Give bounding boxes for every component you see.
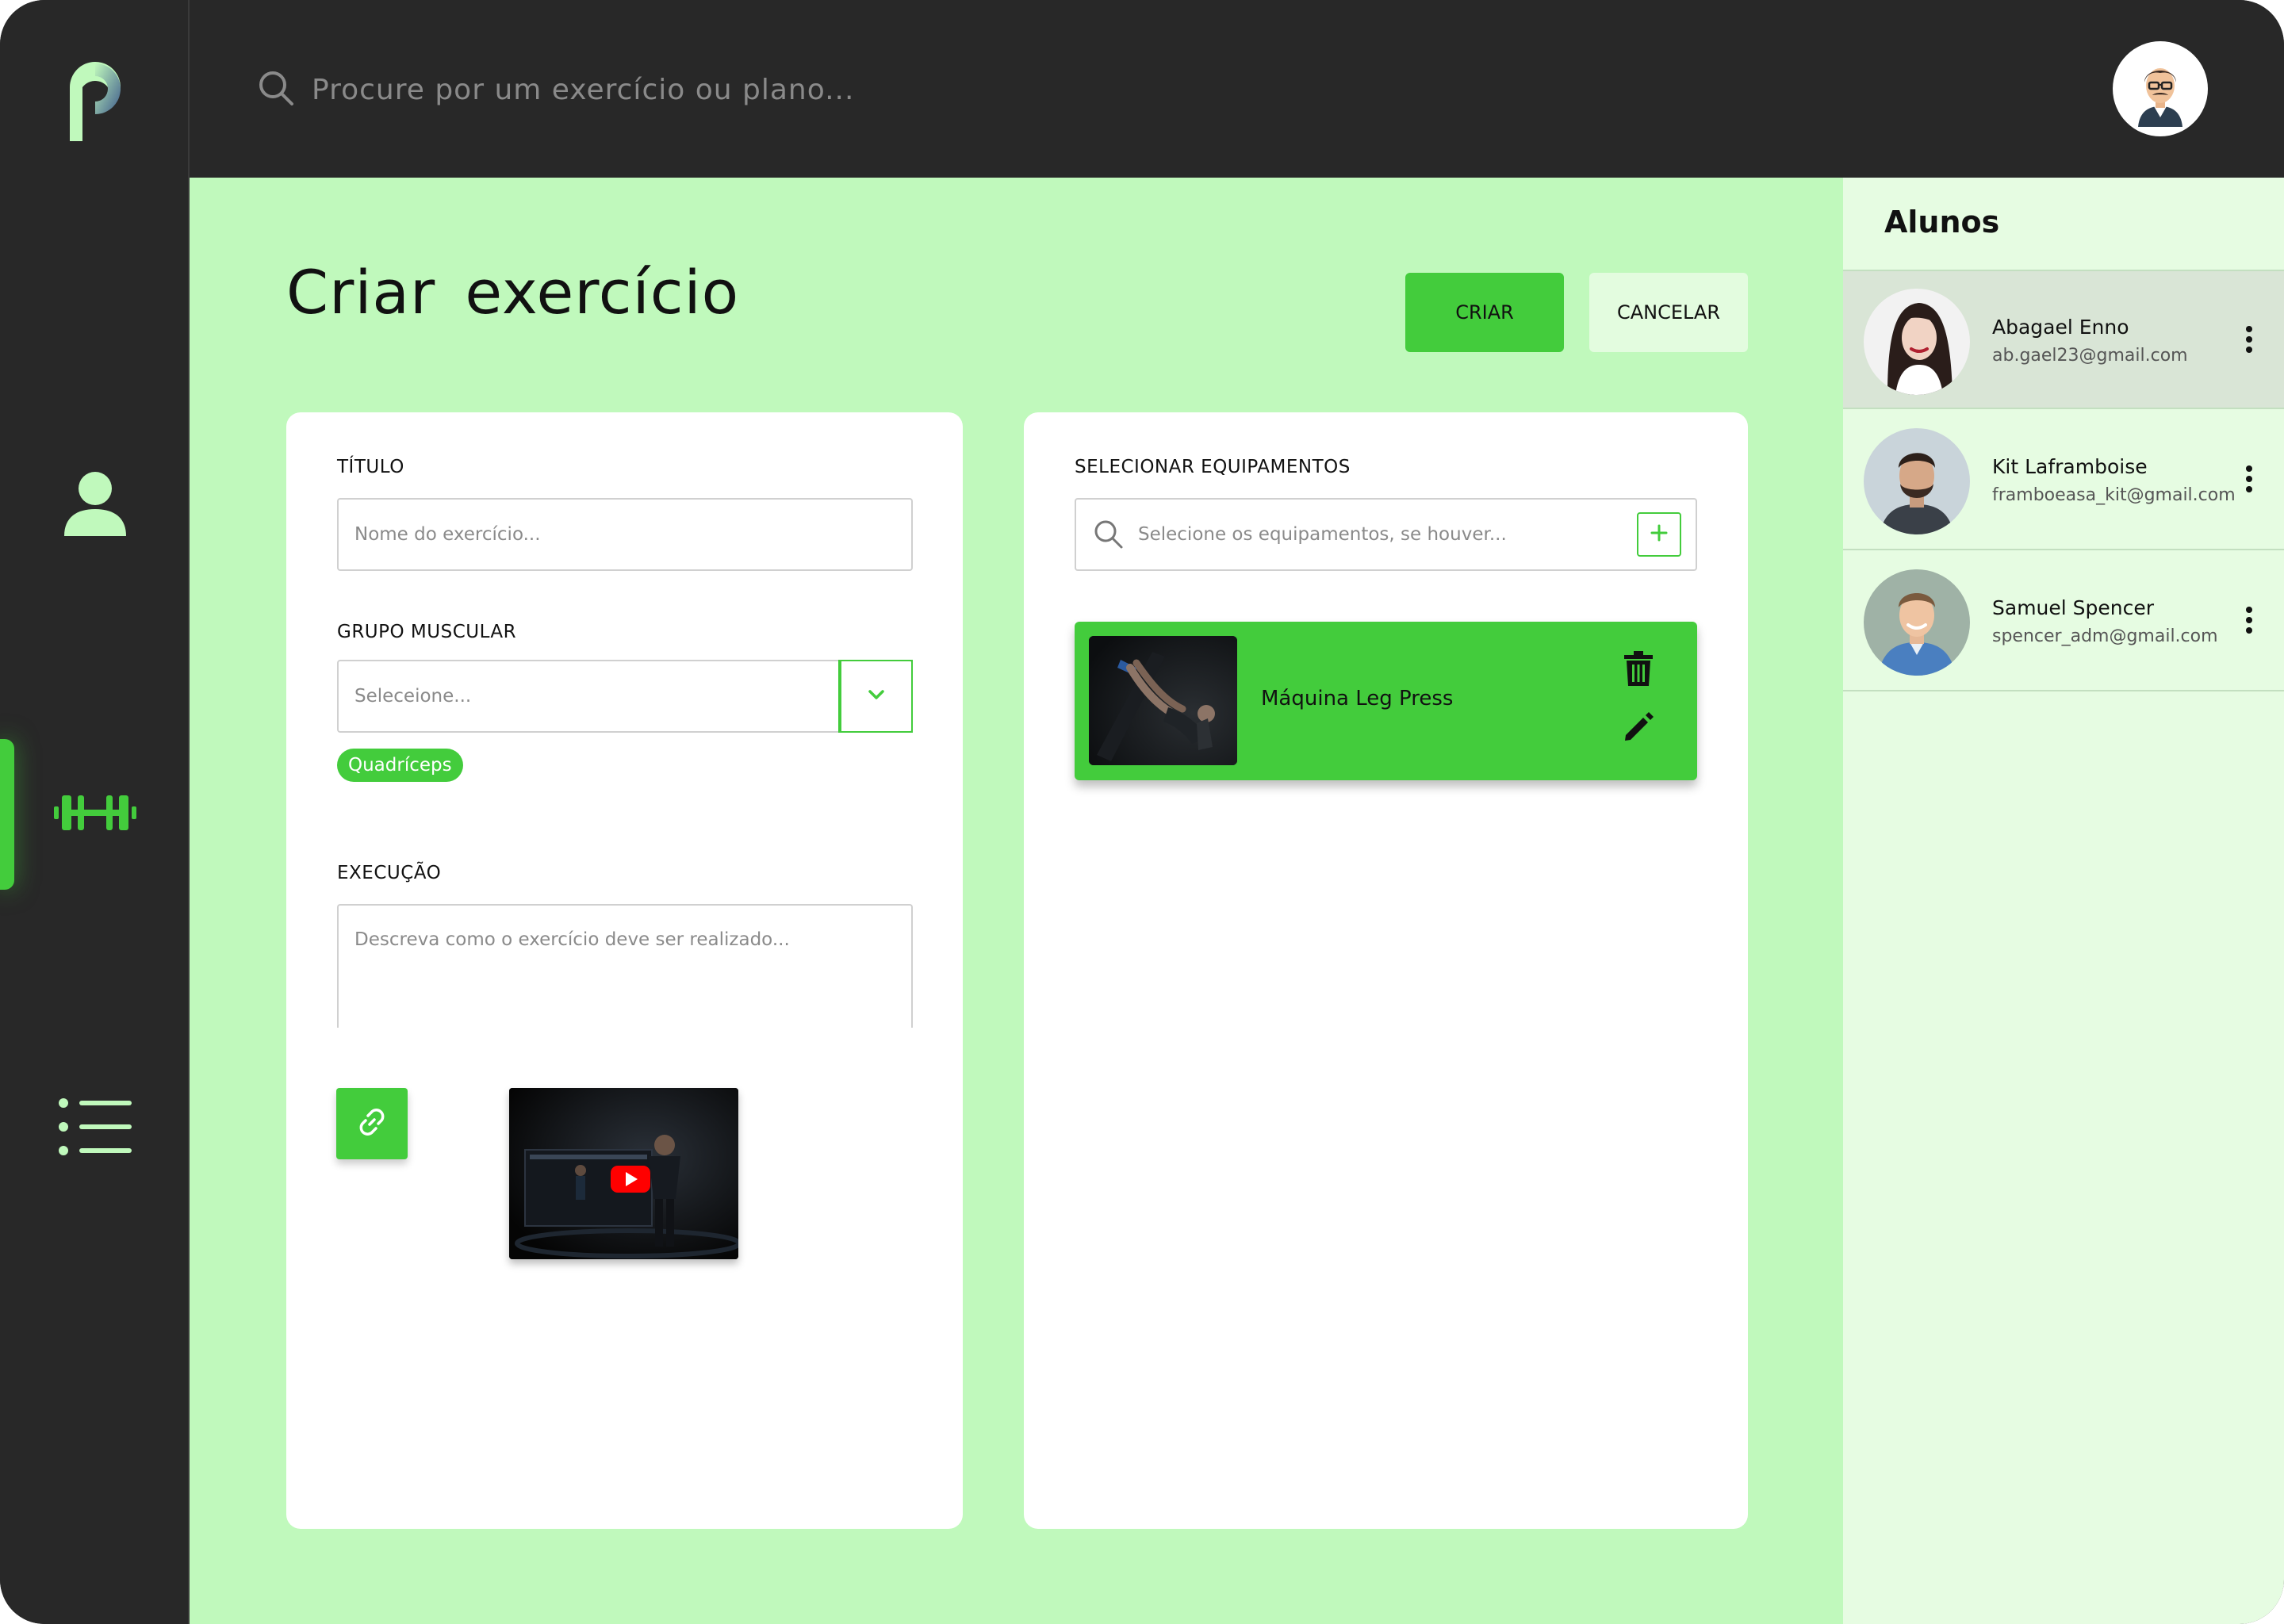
student-name: Kit Laframboise [1992,455,2148,478]
create-button[interactable]: CRIAR [1405,273,1564,352]
student-avatar [1864,289,1970,395]
more-vertical-icon [2245,325,2253,358]
execution-label: EXECUÇÃO [337,863,442,883]
sidebar [0,0,190,1624]
student-avatar [1864,428,1970,534]
muscle-group-placeholder: Seleceione... [354,686,472,707]
equipment-list-item[interactable]: Máquina Leg Press [1075,622,1697,780]
app-logo[interactable] [60,56,132,144]
student-more-button[interactable] [2235,460,2263,501]
main-content: Criar exercício CRIAR CANCELAR TÍTULO GR… [190,178,1843,1624]
pencil-icon [1623,711,1654,747]
students-title: Alunos [1884,205,2000,239]
plus-icon [1650,523,1669,546]
execution-field-box [337,904,913,1028]
title-label: TÍTULO [337,457,404,477]
execution-textarea[interactable] [339,906,911,1028]
student-email: ab.gael23@gmail.com [1992,346,2188,366]
equipment-image [1089,636,1237,765]
student-avatar [1864,569,1970,676]
more-vertical-icon [2245,606,2253,638]
dumbbell-icon [53,791,136,839]
muscle-group-select[interactable]: Seleceione... [337,660,913,733]
equipment-search-input[interactable] [1138,524,1637,545]
user-avatar[interactable] [2113,41,2208,136]
search-input[interactable] [312,73,1105,106]
title-field-box [337,498,913,571]
equipment-label: SELECIONAR EQUIPAMENTOS [1075,457,1351,477]
list-icon [58,1097,132,1159]
student-list-item[interactable]: Samuel Spencer spencer_adm@gmail.com [1843,552,2284,691]
delete-equipment-button[interactable] [1619,650,1658,690]
student-name: Abagael Enno [1992,316,2129,339]
chevron-down-icon [867,688,886,705]
student-name: Samuel Spencer [1992,596,2155,619]
link-icon [356,1106,388,1142]
student-list-item[interactable]: Abagael Enno ab.gael23@gmail.com [1843,270,2284,409]
exercise-form-card: TÍTULO GRUPO MUSCULAR Seleceione... Quad… [286,412,963,1529]
student-more-button[interactable] [2235,320,2263,362]
page-title: Criar exercício [286,257,740,327]
cancel-button[interactable]: CANCELAR [1589,273,1748,352]
search-icon [1094,519,1124,550]
equipment-card: SELECIONAR EQUIPAMENTOS Selecione os equ… [1024,412,1748,1529]
global-search [258,62,1130,117]
user-icon [61,469,129,542]
student-list-item[interactable]: Kit Laframboise framboeasa_kit@gmail.com [1843,411,2284,550]
add-video-link-button[interactable] [336,1088,408,1159]
trash-icon [1623,650,1654,691]
search-icon [258,70,294,110]
video-thumbnail[interactable] [509,1088,738,1259]
nav-item-exercises[interactable] [0,739,190,890]
edit-equipment-button[interactable] [1619,709,1658,749]
student-more-button[interactable] [2235,601,2263,642]
students-panel: Alunos Abagael Enno ab.gael23@gmail.com [1843,178,2284,1624]
muscle-group-dropdown-button[interactable] [838,660,913,733]
more-vertical-icon [2245,465,2253,497]
nav-item-plans[interactable] [0,1053,190,1204]
app-window: Criar exercício CRIAR CANCELAR TÍTULO GR… [0,0,2284,1624]
top-bar [190,0,2284,178]
title-input[interactable] [339,500,911,569]
muscle-tag-chip[interactable]: Quadríceps [337,749,463,782]
equipment-search [1075,498,1697,571]
student-email: spencer_adm@gmail.com [1992,626,2218,646]
nav-item-students[interactable] [0,430,190,580]
student-email: framboeasa_kit@gmail.com [1992,485,2236,505]
add-equipment-button[interactable] [1637,512,1681,557]
muscle-group-label: GRUPO MUSCULAR [337,622,517,642]
equipment-name: Máquina Leg Press [1261,687,1454,710]
